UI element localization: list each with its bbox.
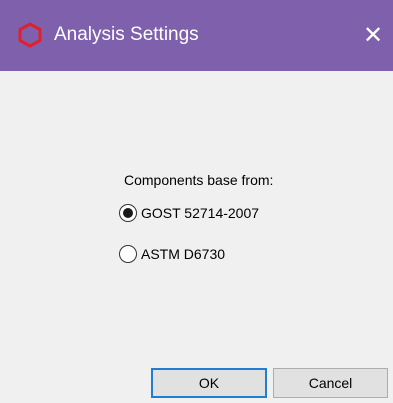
ok-button[interactable]: OK (151, 368, 267, 398)
dialog-body (0, 71, 393, 403)
analysis-settings-dialog: Analysis Settings ✕ Components base from… (0, 0, 393, 403)
radio-gost[interactable]: GOST 52714-2007 (119, 204, 259, 222)
radio-gost-label[interactable]: GOST 52714-2007 (141, 205, 259, 221)
close-icon: ✕ (362, 21, 384, 49)
components-base-label: Components base from: (124, 172, 274, 188)
title-bar[interactable]: Analysis Settings ✕ (0, 0, 393, 71)
radio-button-unselected[interactable] (119, 245, 137, 263)
radio-button-selected[interactable] (119, 204, 137, 222)
window-title: Analysis Settings (54, 24, 199, 45)
radio-selected-dot (123, 208, 133, 218)
radio-astm[interactable]: ASTM D6730 (119, 245, 243, 263)
hexagon-app-icon (18, 22, 42, 48)
close-button[interactable]: ✕ (356, 16, 390, 54)
radio-astm-label[interactable]: ASTM D6730 (141, 246, 243, 262)
cancel-button[interactable]: Cancel (273, 368, 388, 398)
